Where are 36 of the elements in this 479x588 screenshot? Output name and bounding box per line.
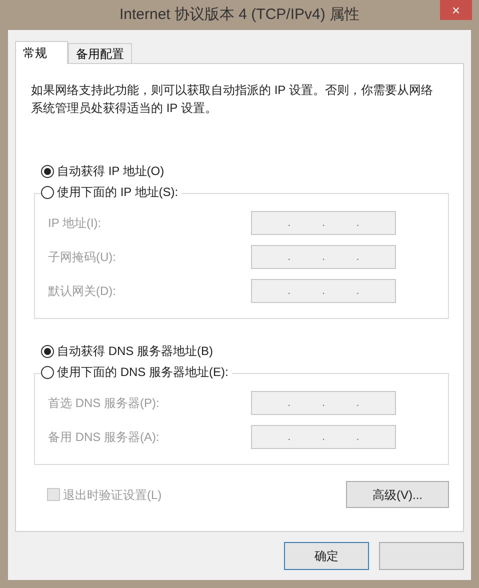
separator-dot: . bbox=[322, 252, 326, 262]
separator-dot: . bbox=[356, 432, 360, 442]
radio-button[interactable] bbox=[41, 344, 54, 358]
advanced-button[interactable]: 高级(V)... bbox=[346, 481, 449, 508]
radio-button[interactable] bbox=[41, 164, 54, 178]
radio-label: 使用下面的 DNS 服务器地址(E): bbox=[57, 364, 228, 381]
field-label: 子网掩码(U): bbox=[48, 249, 116, 266]
description-text: 如果网络支持此功能，则可以获取自动指派的 IP 设置。否则，你需要从网络系统管理员处获得适当的 IP 设置。 bbox=[31, 82, 434, 117]
radio-label: 自动获得 IP 地址(O) bbox=[57, 163, 164, 180]
separator-dot: . bbox=[322, 218, 326, 228]
close-button[interactable]: × bbox=[440, 0, 472, 20]
separator-dot: . bbox=[356, 286, 360, 296]
radio-label: 自动获得 DNS 服务器地址(B) bbox=[57, 343, 213, 360]
separator-dot: . bbox=[288, 398, 291, 408]
tab[interactable]: 常规 bbox=[15, 41, 68, 64]
tab[interactable]: 备用配置 bbox=[68, 43, 132, 63]
separator-dot: . bbox=[356, 398, 360, 408]
field-label: 备用 DNS 服务器(A): bbox=[48, 429, 160, 446]
separator-dot: . bbox=[322, 286, 326, 296]
separator-dot: . bbox=[288, 286, 291, 296]
separator-dot: . bbox=[356, 252, 360, 262]
window-title: Internet 协议版本 4 (TCP/IPv4) 属性 bbox=[119, 4, 360, 25]
field-label: IP 地址(I): bbox=[48, 215, 102, 232]
field-label: 首选 DNS 服务器(P): bbox=[48, 395, 160, 412]
radio-button[interactable] bbox=[41, 186, 54, 198]
field-label: 默认网关(D): bbox=[48, 283, 116, 300]
separator-dot: . bbox=[288, 218, 291, 228]
separator-dot: . bbox=[288, 252, 291, 262]
separator-dot: . bbox=[288, 432, 291, 442]
checkbox-label: 退出时验证设置(L) bbox=[63, 486, 162, 504]
separator-dot: . bbox=[322, 398, 326, 408]
radio-label: 使用下面的 IP 地址(S): bbox=[57, 184, 178, 201]
separator-dot: . bbox=[356, 218, 360, 228]
radio-button[interactable] bbox=[41, 366, 54, 378]
separator-dot: . bbox=[322, 432, 326, 442]
ok-button[interactable]: 确定 bbox=[284, 542, 369, 570]
